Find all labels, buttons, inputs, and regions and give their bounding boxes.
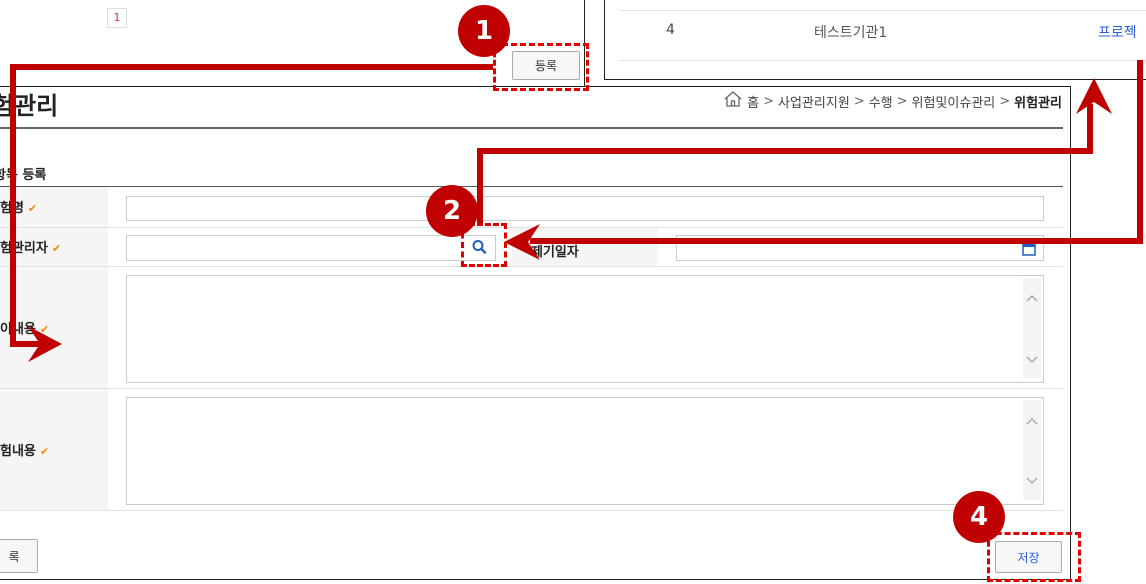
- annotation-arrow: [477, 148, 1093, 154]
- risk-content-textarea[interactable]: [126, 397, 1044, 505]
- annotation-arrow: [530, 238, 1143, 244]
- content-textarea[interactable]: [126, 275, 1044, 383]
- field-label-name: 험명✔: [0, 197, 37, 216]
- required-check-icon: ✔: [51, 242, 62, 255]
- page-number[interactable]: 1: [107, 8, 127, 28]
- register-button-bottom[interactable]: 록: [0, 539, 38, 573]
- row-divider: [0, 510, 1063, 511]
- chevron-right-icon: >: [999, 93, 1011, 109]
- highlight-box: [493, 43, 589, 91]
- row-divider: [0, 388, 1063, 389]
- annotation-arrow: [477, 148, 483, 226]
- annotation-arrow: [1137, 60, 1143, 244]
- arrowhead-icon: [1076, 78, 1112, 114]
- breadcrumb-item[interactable]: 수행: [869, 92, 893, 111]
- highlight-box: [987, 532, 1081, 582]
- required-check-icon: ✔: [39, 445, 50, 458]
- chevron-up-icon[interactable]: [1026, 290, 1038, 306]
- page-title: 험관리: [0, 92, 59, 120]
- step-marker: 1: [458, 5, 510, 57]
- chevron-down-icon[interactable]: [1026, 352, 1038, 368]
- required-check-icon: ✔: [27, 202, 38, 215]
- chevron-right-icon: >: [763, 93, 775, 109]
- title-divider: [0, 127, 1063, 129]
- manager-input[interactable]: [126, 235, 496, 261]
- org-name: 테스트기관1: [814, 25, 888, 41]
- chevron-right-icon: >: [896, 93, 908, 109]
- arrowhead-icon: [28, 326, 62, 362]
- breadcrumb-item[interactable]: 홈: [747, 92, 759, 111]
- chevron-right-icon: >: [853, 93, 865, 109]
- step-marker: 2: [426, 185, 478, 237]
- row-number: 4: [666, 22, 675, 38]
- section-title: 항목 등록: [0, 168, 47, 183]
- chevron-up-icon[interactable]: [1026, 413, 1038, 429]
- project-link[interactable]: 프로젝: [1098, 22, 1137, 42]
- breadcrumb-current: 위험관리: [1014, 95, 1062, 111]
- chevron-down-icon[interactable]: [1026, 473, 1038, 489]
- breadcrumb-item[interactable]: 사업관리지원: [778, 92, 850, 111]
- breadcrumb-item[interactable]: 위험및이슈관리: [912, 92, 996, 111]
- row-divider: [0, 266, 1063, 267]
- breadcrumb: 홈 > 사업관리지원 > 수행 > 위험및이슈관리 > 위험관리: [723, 91, 1062, 111]
- section-divider: [0, 186, 1063, 187]
- arrowhead-icon: [504, 224, 540, 260]
- annotation-arrow: [10, 64, 16, 347]
- step-marker: 4: [953, 491, 1005, 543]
- risk-name-input[interactable]: [126, 196, 1044, 221]
- home-icon[interactable]: [723, 91, 743, 111]
- annotation-arrow: [10, 64, 493, 70]
- field-label-risk-content: 험내용 ✔: [0, 444, 50, 459]
